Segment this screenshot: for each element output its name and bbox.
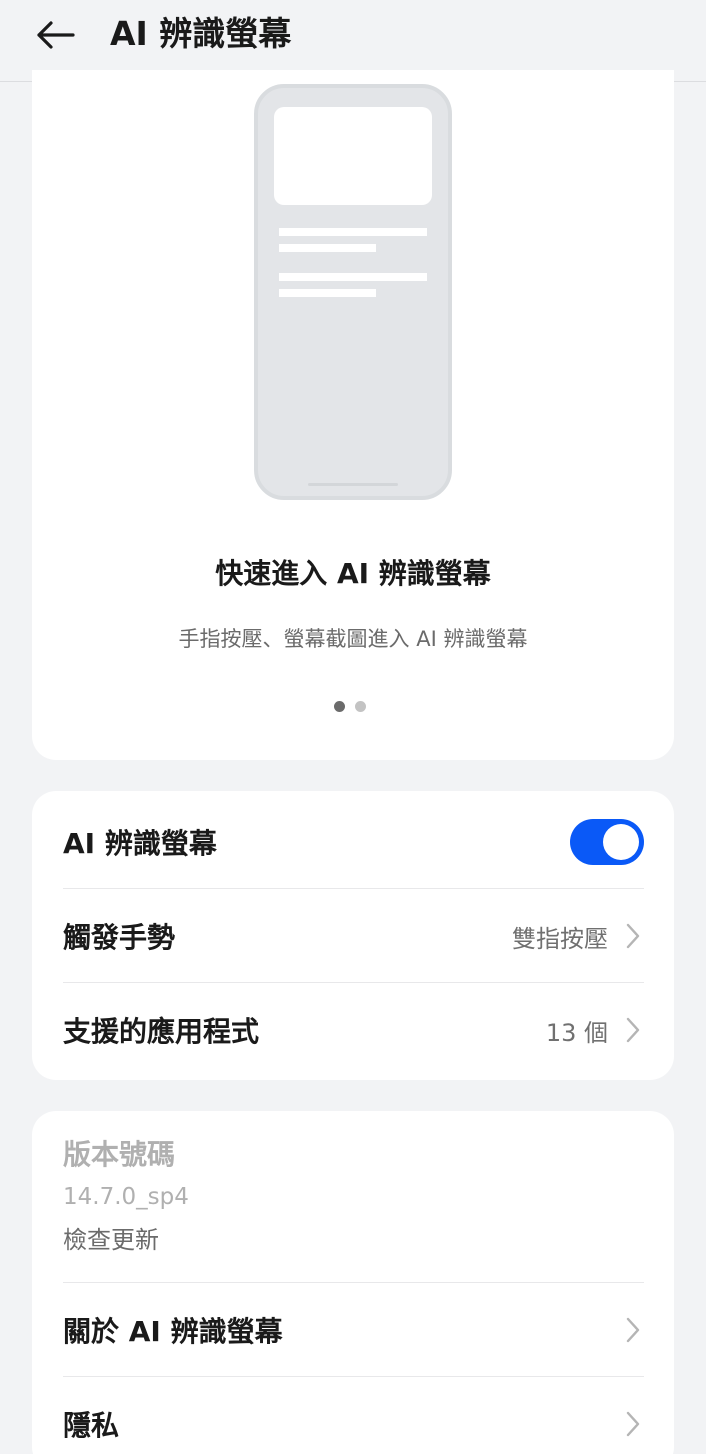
about-label: 關於 AI 辨識螢幕 (63, 1315, 283, 1348)
version-block[interactable]: 版本號碼 14.7.0_sp4 檢查更新 (63, 1135, 644, 1257)
privacy-row[interactable]: 隱私 (63, 1377, 644, 1454)
chevron-right-icon (622, 1408, 644, 1440)
intro-subtitle: 手指按壓、螢幕截圖進入 AI 辨識螢幕 (178, 627, 528, 651)
back-button[interactable] (30, 14, 80, 56)
about-card: 版本號碼 14.7.0_sp4 檢查更新 關於 AI 辨識螢幕 隱私 (32, 1111, 674, 1454)
phone-text-line (279, 289, 376, 297)
phone-screen-block (274, 107, 432, 205)
version-label: 版本號碼 (63, 1138, 176, 1171)
ai-screen-toggle[interactable] (570, 819, 644, 865)
arrow-left-icon (37, 21, 75, 49)
phone-illustration (254, 84, 452, 500)
intro-card: 快速進入 AI 辨識螢幕 手指按壓、螢幕截圖進入 AI 辨識螢幕 (32, 70, 674, 760)
trigger-gesture-value: 雙指按壓 (512, 924, 608, 953)
check-update-link[interactable]: 檢查更新 (63, 1223, 644, 1257)
version-number: 14.7.0_sp4 (63, 1184, 189, 1210)
about-row[interactable]: 關於 AI 辨識螢幕 (63, 1283, 644, 1377)
settings-card: AI 辨識螢幕 觸發手勢 雙指按壓 支援的應用程式 13 個 (32, 791, 674, 1080)
phone-home-bar (308, 483, 398, 486)
supported-apps-label: 支援的應用程式 (63, 1015, 260, 1048)
phone-text-line (279, 228, 427, 236)
supported-apps-count: 13 個 (545, 1018, 608, 1047)
page-dot[interactable] (355, 700, 366, 712)
privacy-label: 隱私 (63, 1409, 120, 1442)
chevron-right-icon (622, 1314, 644, 1346)
page-title: AI 辨識螢幕 (110, 14, 292, 53)
page-indicator[interactable] (334, 700, 374, 712)
page-dot-active[interactable] (334, 700, 345, 712)
supported-apps-row[interactable]: 支援的應用程式 13 個 (63, 983, 644, 1077)
phone-text-line (279, 273, 427, 281)
chevron-right-icon (622, 1014, 644, 1046)
ai-screen-toggle-row[interactable]: AI 辨識螢幕 (63, 795, 644, 889)
chevron-right-icon (622, 920, 644, 952)
intro-title: 快速進入 AI 辨識螢幕 (215, 557, 491, 590)
phone-text-line (279, 244, 376, 252)
trigger-gesture-row[interactable]: 觸發手勢 雙指按壓 (63, 889, 644, 983)
ai-screen-toggle-label: AI 辨識螢幕 (63, 827, 217, 860)
toggle-knob (603, 824, 639, 860)
trigger-gesture-label: 觸發手勢 (63, 921, 176, 954)
